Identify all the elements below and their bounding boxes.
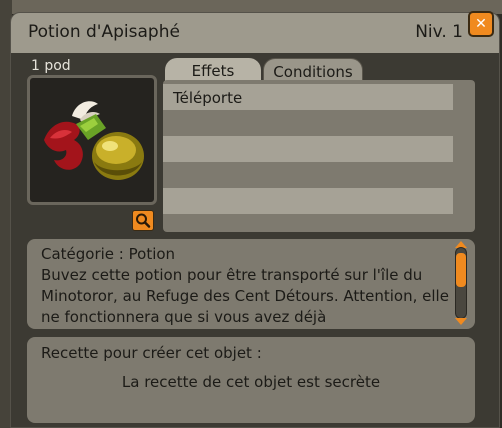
magnifier-icon: [136, 213, 151, 228]
effects-list: Téléporte: [163, 80, 475, 232]
effect-row-empty: [163, 136, 453, 162]
item-title: Potion d'Apisaphé: [28, 22, 180, 42]
close-button[interactable]: ✕: [468, 11, 494, 37]
item-weight: 1 pod: [31, 58, 71, 74]
effect-text: Téléporte: [173, 89, 243, 107]
description-text: Catégorie : Potion Buvez cette potion po…: [41, 244, 459, 328]
recipe-panel: Recette pour créer cet objet : La recett…: [27, 337, 475, 423]
effect-row-empty: [163, 162, 453, 188]
potion-item-icon: [44, 101, 144, 180]
zoom-button[interactable]: [132, 210, 154, 231]
recipe-title: Recette pour créer cet objet :: [41, 344, 262, 362]
effect-row-empty: [163, 110, 453, 136]
effect-row: Téléporte: [163, 84, 453, 110]
item-level: Niv. 1: [415, 22, 463, 42]
effect-row-empty: [163, 188, 453, 214]
scroll-down-arrow-icon[interactable]: [455, 318, 467, 325]
description-scrollbar[interactable]: [452, 241, 470, 325]
description-panel: Catégorie : Potion Buvez cette potion po…: [27, 239, 475, 329]
close-icon: ✕: [475, 16, 487, 32]
item-window: Potion d'Apisaphé Niv. 1 ✕ 1 pod Effets …: [10, 11, 500, 428]
recipe-text: La recette de cet objet est secrète: [121, 373, 381, 391]
title-bar[interactable]: Potion d'Apisaphé Niv. 1: [11, 13, 499, 53]
description-body: Catégorie : Potion Buvez cette potion po…: [41, 245, 449, 326]
item-image-frame: [27, 75, 157, 205]
scroll-thumb[interactable]: [456, 253, 466, 287]
